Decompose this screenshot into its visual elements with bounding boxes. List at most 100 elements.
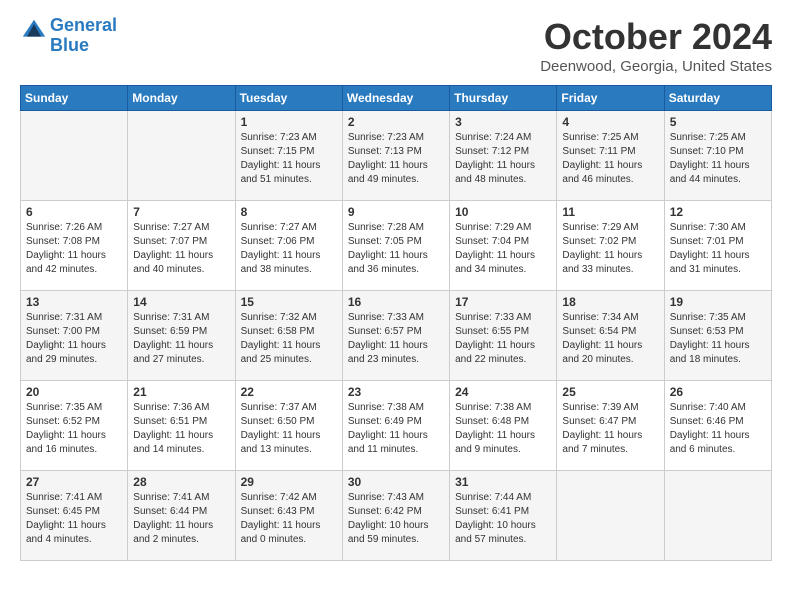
page-header: General Blue October 2024 Deenwood, Geor…	[20, 16, 772, 75]
day-number: 12	[670, 205, 766, 219]
day-number: 28	[133, 475, 229, 489]
day-info: Sunrise: 7:34 AM Sunset: 6:54 PM Dayligh…	[562, 311, 658, 367]
calendar-table: Sunday Monday Tuesday Wednesday Thursday…	[20, 85, 772, 561]
header-friday: Friday	[557, 86, 664, 111]
calendar-cell-4-6: 25 Sunrise: 7:39 AM Sunset: 6:47 PM Dayli…	[557, 381, 664, 471]
day-number: 19	[670, 295, 766, 309]
calendar-cell-5-1: 27 Sunrise: 7:41 AM Sunset: 6:45 PM Dayli…	[21, 471, 128, 561]
day-info: Sunrise: 7:43 AM Sunset: 6:42 PM Dayligh…	[348, 491, 444, 547]
day-number: 26	[670, 385, 766, 399]
day-number: 1	[241, 115, 337, 129]
title-block: October 2024 Deenwood, Georgia, United S…	[540, 16, 772, 75]
calendar-cell-2-5: 10Sunrise: 7:29 AM Sunset: 7:04 PM Dayli…	[450, 201, 557, 291]
calendar-cell-1-2	[128, 111, 235, 201]
header-sunday: Sunday	[21, 86, 128, 111]
calendar-cell-2-3: 8 Sunrise: 7:27 AM Sunset: 7:06 PM Daylig…	[235, 201, 342, 291]
calendar-cell-4-1: 20 Sunrise: 7:35 AM Sunset: 6:52 PM Dayli…	[21, 381, 128, 471]
day-number: 6	[26, 205, 122, 219]
logo: General Blue	[20, 16, 117, 56]
day-info: Sunrise: 7:23 AM Sunset: 7:13 PM Dayligh…	[348, 131, 444, 187]
month-title: October 2024	[540, 16, 772, 58]
calendar-cell-5-3: 29Sunrise: 7:42 AM Sunset: 6:43 PM Dayli…	[235, 471, 342, 561]
day-info: Sunrise: 7:38 AM Sunset: 6:48 PM Dayligh…	[455, 401, 551, 457]
day-number: 9	[348, 205, 444, 219]
day-info: Sunrise: 7:25 AM Sunset: 7:11 PM Dayligh…	[562, 131, 658, 187]
day-info: Sunrise: 7:29 AM Sunset: 7:04 PM Dayligh…	[455, 221, 551, 277]
calendar-week-4: 20 Sunrise: 7:35 AM Sunset: 6:52 PM Dayli…	[21, 381, 772, 471]
calendar-week-2: 6 Sunrise: 7:26 AM Sunset: 7:08 PM Daylig…	[21, 201, 772, 291]
day-info: Sunrise: 7:35 AM Sunset: 6:52 PM Dayligh…	[26, 401, 122, 457]
day-info: Sunrise: 7:33 AM Sunset: 6:57 PM Dayligh…	[348, 311, 444, 367]
calendar-cell-1-4: 2Sunrise: 7:23 AM Sunset: 7:13 PM Daylig…	[342, 111, 449, 201]
day-info: Sunrise: 7:31 AM Sunset: 7:00 PM Dayligh…	[26, 311, 122, 367]
day-number: 27	[26, 475, 122, 489]
calendar-header: Sunday Monday Tuesday Wednesday Thursday…	[21, 86, 772, 111]
calendar-cell-2-2: 7 Sunrise: 7:27 AM Sunset: 7:07 PM Daylig…	[128, 201, 235, 291]
day-number: 20	[26, 385, 122, 399]
calendar-week-1: 1 Sunrise: 7:23 AM Sunset: 7:15 PM Daylig…	[21, 111, 772, 201]
day-info: Sunrise: 7:30 AM Sunset: 7:01 PM Dayligh…	[670, 221, 766, 277]
calendar-cell-2-6: 11 Sunrise: 7:29 AM Sunset: 7:02 PM Dayli…	[557, 201, 664, 291]
calendar-cell-5-6	[557, 471, 664, 561]
calendar-cell-2-7: 12 Sunrise: 7:30 AM Sunset: 7:01 PM Dayli…	[664, 201, 771, 291]
calendar-cell-3-1: 13 Sunrise: 7:31 AM Sunset: 7:00 PM Dayli…	[21, 291, 128, 381]
day-info: Sunrise: 7:29 AM Sunset: 7:02 PM Dayligh…	[562, 221, 658, 277]
header-monday: Monday	[128, 86, 235, 111]
calendar-cell-3-2: 14 Sunrise: 7:31 AM Sunset: 6:59 PM Dayli…	[128, 291, 235, 381]
day-number: 8	[241, 205, 337, 219]
day-number: 31	[455, 475, 551, 489]
day-info: Sunrise: 7:24 AM Sunset: 7:12 PM Dayligh…	[455, 131, 551, 187]
calendar-cell-1-6: 4 Sunrise: 7:25 AM Sunset: 7:11 PM Daylig…	[557, 111, 664, 201]
day-info: Sunrise: 7:31 AM Sunset: 6:59 PM Dayligh…	[133, 311, 229, 367]
calendar-cell-1-3: 1 Sunrise: 7:23 AM Sunset: 7:15 PM Daylig…	[235, 111, 342, 201]
logo-text: General Blue	[50, 16, 117, 56]
day-number: 13	[26, 295, 122, 309]
day-info: Sunrise: 7:35 AM Sunset: 6:53 PM Dayligh…	[670, 311, 766, 367]
day-info: Sunrise: 7:25 AM Sunset: 7:10 PM Dayligh…	[670, 131, 766, 187]
calendar-week-3: 13 Sunrise: 7:31 AM Sunset: 7:00 PM Dayli…	[21, 291, 772, 381]
day-info: Sunrise: 7:27 AM Sunset: 7:06 PM Dayligh…	[241, 221, 337, 277]
calendar-cell-5-4: 30 Sunrise: 7:43 AM Sunset: 6:42 PM Dayli…	[342, 471, 449, 561]
header-tuesday: Tuesday	[235, 86, 342, 111]
day-info: Sunrise: 7:27 AM Sunset: 7:07 PM Dayligh…	[133, 221, 229, 277]
calendar-cell-5-2: 28Sunrise: 7:41 AM Sunset: 6:44 PM Dayli…	[128, 471, 235, 561]
calendar-week-5: 27 Sunrise: 7:41 AM Sunset: 6:45 PM Dayli…	[21, 471, 772, 561]
day-info: Sunrise: 7:40 AM Sunset: 6:46 PM Dayligh…	[670, 401, 766, 457]
day-number: 11	[562, 205, 658, 219]
day-info: Sunrise: 7:39 AM Sunset: 6:47 PM Dayligh…	[562, 401, 658, 457]
day-number: 14	[133, 295, 229, 309]
day-number: 24	[455, 385, 551, 399]
calendar-cell-3-4: 16Sunrise: 7:33 AM Sunset: 6:57 PM Dayli…	[342, 291, 449, 381]
day-number: 22	[241, 385, 337, 399]
day-number: 15	[241, 295, 337, 309]
day-number: 18	[562, 295, 658, 309]
day-info: Sunrise: 7:44 AM Sunset: 6:41 PM Dayligh…	[455, 491, 551, 547]
day-info: Sunrise: 7:37 AM Sunset: 6:50 PM Dayligh…	[241, 401, 337, 457]
calendar-cell-3-6: 18 Sunrise: 7:34 AM Sunset: 6:54 PM Dayli…	[557, 291, 664, 381]
day-info: Sunrise: 7:28 AM Sunset: 7:05 PM Dayligh…	[348, 221, 444, 277]
day-number: 3	[455, 115, 551, 129]
day-number: 23	[348, 385, 444, 399]
calendar-cell-4-7: 26 Sunrise: 7:40 AM Sunset: 6:46 PM Dayli…	[664, 381, 771, 471]
day-info: Sunrise: 7:33 AM Sunset: 6:55 PM Dayligh…	[455, 311, 551, 367]
day-info: Sunrise: 7:26 AM Sunset: 7:08 PM Dayligh…	[26, 221, 122, 277]
calendar-cell-3-7: 19 Sunrise: 7:35 AM Sunset: 6:53 PM Dayli…	[664, 291, 771, 381]
day-number: 25	[562, 385, 658, 399]
day-number: 17	[455, 295, 551, 309]
day-number: 7	[133, 205, 229, 219]
day-info: Sunrise: 7:41 AM Sunset: 6:45 PM Dayligh…	[26, 491, 122, 547]
location-title: Deenwood, Georgia, United States	[540, 58, 772, 75]
calendar-cell-1-7: 5 Sunrise: 7:25 AM Sunset: 7:10 PM Daylig…	[664, 111, 771, 201]
calendar-cell-5-7	[664, 471, 771, 561]
day-info: Sunrise: 7:36 AM Sunset: 6:51 PM Dayligh…	[133, 401, 229, 457]
calendar-cell-2-4: 9 Sunrise: 7:28 AM Sunset: 7:05 PM Daylig…	[342, 201, 449, 291]
calendar-cell-4-2: 21Sunrise: 7:36 AM Sunset: 6:51 PM Dayli…	[128, 381, 235, 471]
day-number: 30	[348, 475, 444, 489]
day-info: Sunrise: 7:32 AM Sunset: 6:58 PM Dayligh…	[241, 311, 337, 367]
day-number: 5	[670, 115, 766, 129]
day-number: 4	[562, 115, 658, 129]
calendar-body: 1 Sunrise: 7:23 AM Sunset: 7:15 PM Daylig…	[21, 111, 772, 561]
header-saturday: Saturday	[664, 86, 771, 111]
day-info: Sunrise: 7:23 AM Sunset: 7:15 PM Dayligh…	[241, 131, 337, 187]
calendar-cell-2-1: 6 Sunrise: 7:26 AM Sunset: 7:08 PM Daylig…	[21, 201, 128, 291]
